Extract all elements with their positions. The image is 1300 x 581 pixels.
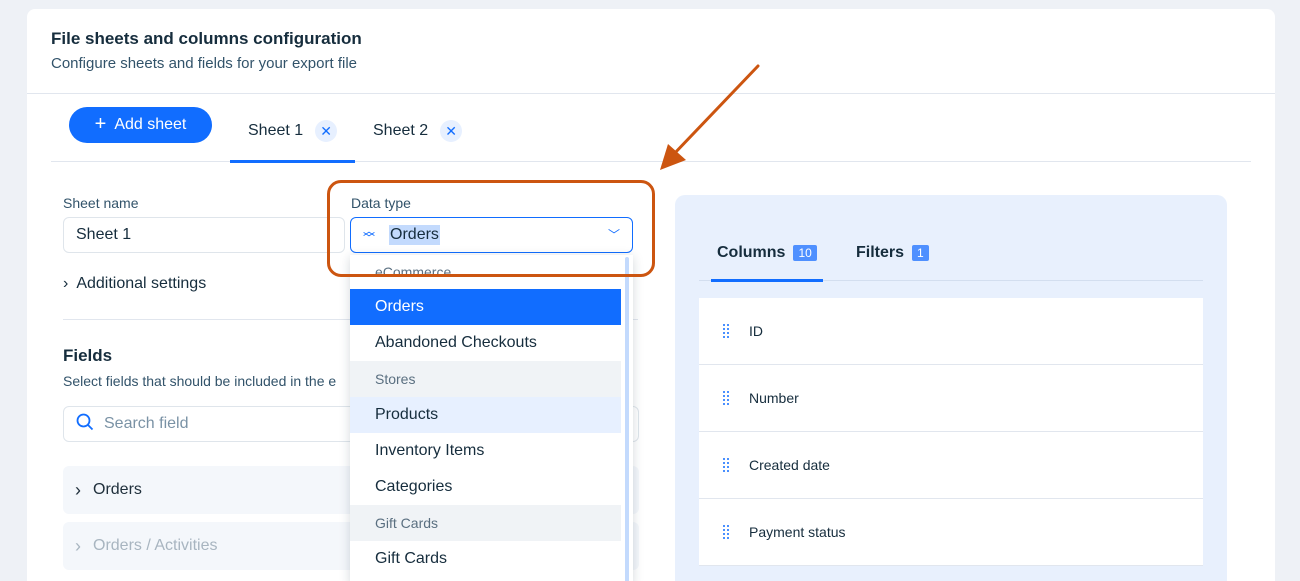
additional-settings-label: Additional settings [76, 275, 207, 292]
data-type-dropdown: eCommerce Orders Abandoned Checkouts Sto… [350, 255, 633, 581]
annotation-arrow-icon [660, 64, 760, 170]
columns-list: ID Number Created date Payment status [699, 298, 1203, 566]
drag-handle-icon[interactable] [723, 324, 729, 338]
drag-handle-icon[interactable] [723, 391, 729, 405]
dropdown-option[interactable]: Products [350, 397, 621, 433]
add-sheet-label: Add sheet [114, 116, 187, 133]
search-placeholder: Search field [104, 415, 189, 432]
panel-tabs: Columns 10 Filters 1 [699, 225, 1203, 282]
tab-columns[interactable]: Columns 10 [711, 225, 823, 282]
list-item[interactable]: ID [699, 298, 1203, 365]
column-label: Payment status [749, 524, 846, 540]
chevron-right-icon: › [63, 275, 69, 292]
sheet-name-label: Sheet name [63, 195, 139, 211]
tab-label: Filters [856, 244, 905, 261]
add-sheet-button[interactable]: + Add sheet [69, 107, 212, 143]
group-label: Orders [93, 481, 142, 498]
tab-label: Sheet 2 [373, 122, 429, 139]
list-item[interactable]: Number [699, 365, 1203, 432]
dropdown-option[interactable]: Gift Cards [350, 541, 621, 577]
list-item[interactable]: Created date [699, 432, 1203, 499]
search-icon [76, 413, 94, 436]
drag-handle-icon[interactable] [723, 458, 729, 472]
column-label: ID [749, 323, 763, 339]
plus-icon: + [94, 113, 107, 135]
group-label: Orders / Activities [93, 537, 218, 554]
column-label: Created date [749, 457, 830, 473]
page-title: File sheets and columns configuration [51, 29, 362, 48]
list-item[interactable]: Payment status [699, 499, 1203, 566]
tab-label: Sheet 1 [248, 122, 304, 139]
dropdown-option[interactable]: Orders [350, 289, 621, 325]
close-icon[interactable]: ✕ [315, 120, 338, 142]
column-label: Number [749, 390, 799, 406]
count-badge: 1 [912, 245, 929, 261]
drag-handle-icon[interactable] [723, 525, 729, 539]
count-badge: 10 [793, 245, 817, 261]
fields-description: Select fields that should be included in… [63, 373, 337, 389]
close-icon[interactable]: ✕ [440, 120, 463, 142]
dropdown-section-header: Stores [350, 361, 621, 397]
tab-sheet-2[interactable]: Sheet 2 ✕ [355, 100, 480, 162]
page-subtitle: Configure sheets and fields for your exp… [51, 55, 357, 72]
dropdown-option[interactable]: Inventory Items [350, 433, 621, 469]
tab-label: Columns [717, 244, 786, 261]
dropdown-option[interactable]: Abandoned Checkouts [350, 325, 621, 361]
tab-sheet-1[interactable]: Sheet 1 ✕ [230, 100, 356, 163]
dropdown-section-header: Gift Cards [350, 505, 621, 541]
fields-title: Fields [63, 346, 113, 365]
sheet-name-input[interactable]: Sheet 1 [63, 217, 345, 253]
chevron-right-icon: › [75, 535, 81, 556]
tab-filters[interactable]: Filters 1 [856, 225, 929, 281]
dropdown-option[interactable]: Categories [350, 469, 621, 505]
columns-panel: Columns 10 Filters 1 ID Number Created d… [675, 195, 1227, 581]
additional-settings-toggle[interactable]: › Additional settings [63, 275, 206, 293]
annotation-highlight [327, 180, 655, 277]
scrollbar[interactable] [625, 257, 629, 581]
chevron-right-icon: › [75, 479, 81, 500]
